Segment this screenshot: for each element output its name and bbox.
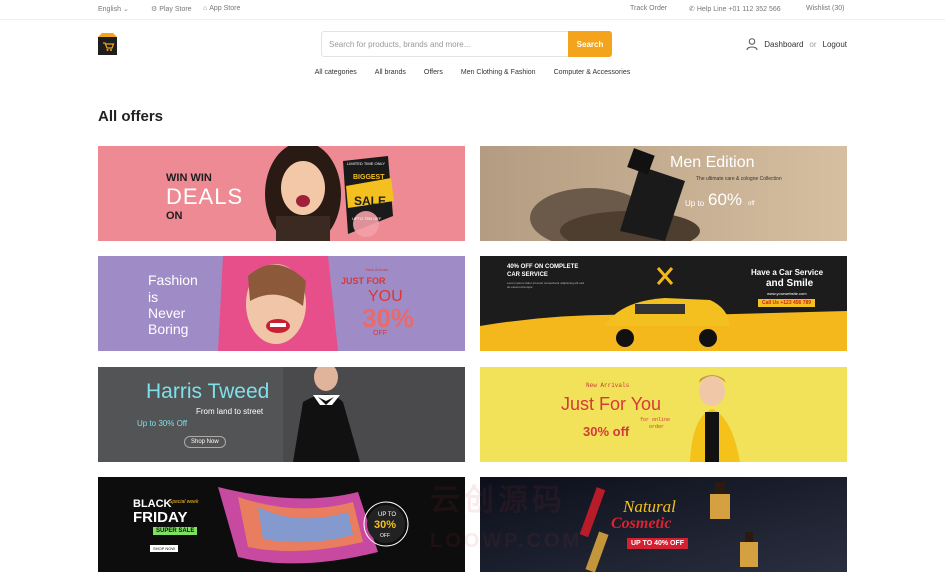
banner-5-offer: Up to 30% Off	[137, 419, 188, 428]
banner-1-tag2: BIGGEST	[353, 174, 385, 181]
banner-6-image	[480, 367, 847, 462]
chevron-down-icon: ⌄	[122, 6, 129, 13]
user-area: Dashboard or Logout	[746, 38, 847, 50]
banner-3-off: OFF	[373, 330, 387, 337]
banner-4-headline2: CAR SERVICE	[507, 272, 548, 278]
watermark-cn: 云创源码	[430, 484, 566, 517]
offer-banner-win-win-deals[interactable]: WIN WIN DEALS ON LIMITED TIME ONLY BIGGE…	[98, 146, 465, 241]
nav-computer-accessories[interactable]: Computer & Accessories	[545, 69, 640, 76]
banner-6-online: for online	[640, 417, 671, 423]
banner-7-super: SUPER SALE	[153, 527, 198, 535]
language-selector[interactable]: English ⌄	[98, 5, 129, 14]
play-store-label: Play Store	[159, 5, 192, 13]
page-title: All offers	[98, 108, 164, 125]
banner-3-l4: Boring	[148, 321, 189, 337]
banner-4-headline: 40% OFF ON COMPLETE	[507, 264, 579, 270]
help-line-label: Help Line +01 112 352 566	[696, 5, 781, 13]
search-button[interactable]: Search	[568, 31, 612, 57]
banner-7-shop[interactable]: SHOP NOW	[150, 545, 179, 552]
banner-5-cta[interactable]: Shop Now	[184, 436, 226, 448]
banner-3-percent: 30%	[362, 303, 415, 333]
banner-4-web: www.yourwebsite.com	[767, 291, 807, 296]
offer-banner-car-service[interactable]: 40% OFF ON COMPLETE CAR SERVICE Lorem ip…	[480, 256, 847, 351]
banner-8-cosmetic: Cosmetic	[611, 515, 672, 532]
banner-1-tag1: LIMITED TIME ONLY	[347, 161, 386, 166]
banner-7-upto: UP TO	[378, 512, 397, 518]
nav-all-categories[interactable]: All categories	[306, 69, 366, 76]
banner-4-body: Lorem ipsum dolor sit amet consectetur a…	[507, 281, 585, 289]
banner-5-title: Harris Tweed	[146, 380, 270, 403]
banner-7-off: OFF	[380, 533, 390, 539]
offer-banner-black-friday[interactable]: BLACK Special week FRIDAY SUPER SALE SHO…	[98, 477, 465, 572]
language-label: English	[98, 5, 121, 13]
phone-icon: ✆	[689, 6, 695, 13]
banner-2-upto: Up to	[685, 199, 705, 208]
watermark-en: LOOWP.COM	[430, 530, 583, 552]
user-icon	[746, 38, 758, 50]
banner-7-pct: 30%	[374, 519, 397, 531]
offer-banner-men-edition[interactable]: Men Edition The ultimate care & cologne …	[480, 146, 847, 241]
banner-6-new: New Arrivals	[586, 382, 630, 389]
help-line: ✆ Help Line +01 112 352 566	[689, 5, 781, 14]
banner-6-title: Just For You	[561, 394, 662, 414]
banner-2-subtitle: The ultimate care & cologne Collection	[696, 176, 782, 182]
banner-6-order: order	[649, 424, 665, 430]
banner-2-percent: 60%	[708, 190, 743, 209]
or-separator: or	[809, 39, 817, 49]
dashboard-link[interactable]: Dashboard	[764, 40, 803, 49]
banner-1-line2: DEALS	[166, 184, 244, 209]
banner-1-tag4: UPTO 75% OFF	[352, 216, 382, 221]
top-bar: English ⌄ ⚙ Play Store ⌂ App Store Track…	[0, 0, 945, 20]
wishlist-link[interactable]: Wishlist (30)	[806, 5, 845, 12]
banner-1-image	[98, 146, 465, 241]
play-store-icon: ⚙	[151, 6, 158, 13]
category-nav: All categories All brands Offers Men Clo…	[0, 69, 945, 76]
banner-6-percent: 30% off	[583, 424, 630, 439]
banner-4-right1: Have a Car Service	[751, 268, 824, 277]
logo-icon[interactable]	[98, 33, 117, 55]
track-order-link[interactable]: Track Order	[630, 5, 667, 12]
banner-4-right2: and Smile	[766, 278, 814, 289]
banner-4-call: Call Us +123 456 789	[758, 299, 816, 307]
banner-5-sub: From land to street	[196, 407, 264, 416]
app-store-link[interactable]: ⌂ App Store	[203, 5, 240, 12]
banner-3-new: New Arrivals	[366, 267, 389, 272]
nav-men-clothing[interactable]: Men Clothing & Fashion	[452, 69, 545, 76]
nav-offers[interactable]: Offers	[415, 69, 452, 76]
banner-3-l1: Fashion	[148, 272, 198, 288]
banner-8-offer: UP TO 40% OFF	[627, 538, 689, 549]
banner-2-off: off	[748, 201, 755, 207]
banner-7-friday: FRIDAY	[133, 509, 188, 526]
offer-banner-just-for-you[interactable]: New Arrivals Just For You 30% off for on…	[480, 367, 847, 462]
track-order-label: Track Order	[630, 5, 668, 12]
logout-link[interactable]: Logout	[823, 40, 847, 49]
banner-8-natural: Natural	[623, 497, 676, 516]
wishlist-label: Wishlist (30)	[806, 5, 845, 12]
banner-1-line1: WIN WIN	[166, 172, 212, 184]
search-bar: Search	[321, 31, 612, 57]
app-store-label: App Store	[209, 5, 241, 12]
banner-3-l3: Never	[148, 305, 186, 321]
banner-1-tag3: SALE	[354, 194, 387, 208]
banner-7-special: Special week	[169, 499, 199, 505]
offer-banner-harris-tweed[interactable]: Harris Tweed From land to street Up to 3…	[98, 367, 465, 462]
search-input[interactable]	[321, 31, 569, 57]
banner-2-image	[480, 146, 847, 241]
offer-banner-fashion-never-boring[interactable]: Fashion is Never Boring New Arrivals JUS…	[98, 256, 465, 351]
play-store-link[interactable]: ⚙ Play Store	[151, 5, 192, 14]
nav-all-brands[interactable]: All brands	[366, 69, 415, 76]
apple-icon: ⌂	[203, 5, 208, 12]
banner-2-title: Men Edition	[670, 154, 755, 171]
banner-3-l2: is	[148, 289, 159, 305]
banner-3-just: JUST FOR	[341, 276, 386, 286]
banner-1-line3: ON	[166, 210, 183, 222]
